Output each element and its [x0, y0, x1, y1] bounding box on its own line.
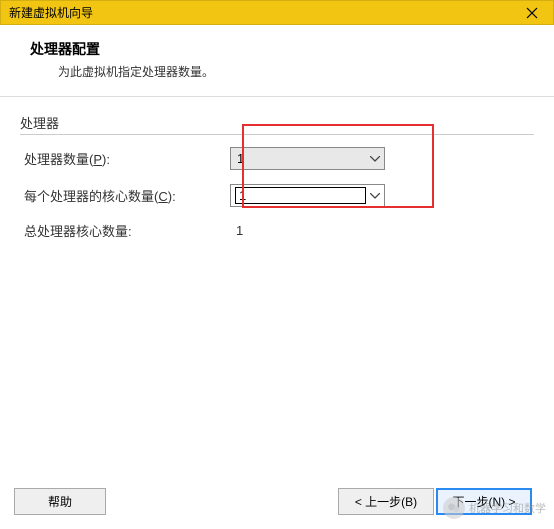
- label-total-cores: 总处理器核心数量:: [20, 221, 230, 240]
- chevron-down-icon: [366, 156, 384, 162]
- wizard-header: 处理器配置 为此虚拟机指定处理器数量。: [0, 25, 554, 97]
- content-area: 处理器 处理器数量(P): 1 每个处理器的核心数量(C): 1 总处理器核心数…: [0, 97, 554, 445]
- titlebar: 新建虚拟机向导: [0, 0, 554, 25]
- label-cores-per-processor: 每个处理器的核心数量(C):: [20, 186, 230, 205]
- help-button[interactable]: 帮助: [14, 488, 106, 515]
- row-total-cores: 总处理器核心数量: 1: [20, 221, 534, 240]
- select-value: 1: [237, 151, 244, 166]
- group-label: 处理器: [20, 113, 534, 132]
- close-button[interactable]: [511, 1, 553, 24]
- row-processor-count: 处理器数量(P): 1: [20, 147, 534, 170]
- select-value: 1: [235, 187, 366, 204]
- wizard-footer: 帮助 < 上一步(B) 下一步(N) >: [0, 488, 554, 515]
- group-separator: [20, 134, 534, 135]
- next-button[interactable]: 下一步(N) >: [436, 488, 532, 515]
- window-title: 新建虚拟机向导: [9, 4, 93, 21]
- page-subtitle: 为此虚拟机指定处理器数量。: [58, 63, 534, 80]
- back-button[interactable]: < 上一步(B): [338, 488, 434, 515]
- chevron-down-icon: [366, 193, 384, 199]
- row-cores-per-processor: 每个处理器的核心数量(C): 1: [20, 184, 534, 207]
- page-title: 处理器配置: [30, 39, 534, 59]
- label-processor-count: 处理器数量(P):: [20, 149, 230, 168]
- close-icon: [526, 7, 538, 19]
- select-processor-count[interactable]: 1: [230, 147, 385, 170]
- select-cores-per-processor[interactable]: 1: [230, 184, 385, 207]
- value-total-cores: 1: [230, 223, 385, 238]
